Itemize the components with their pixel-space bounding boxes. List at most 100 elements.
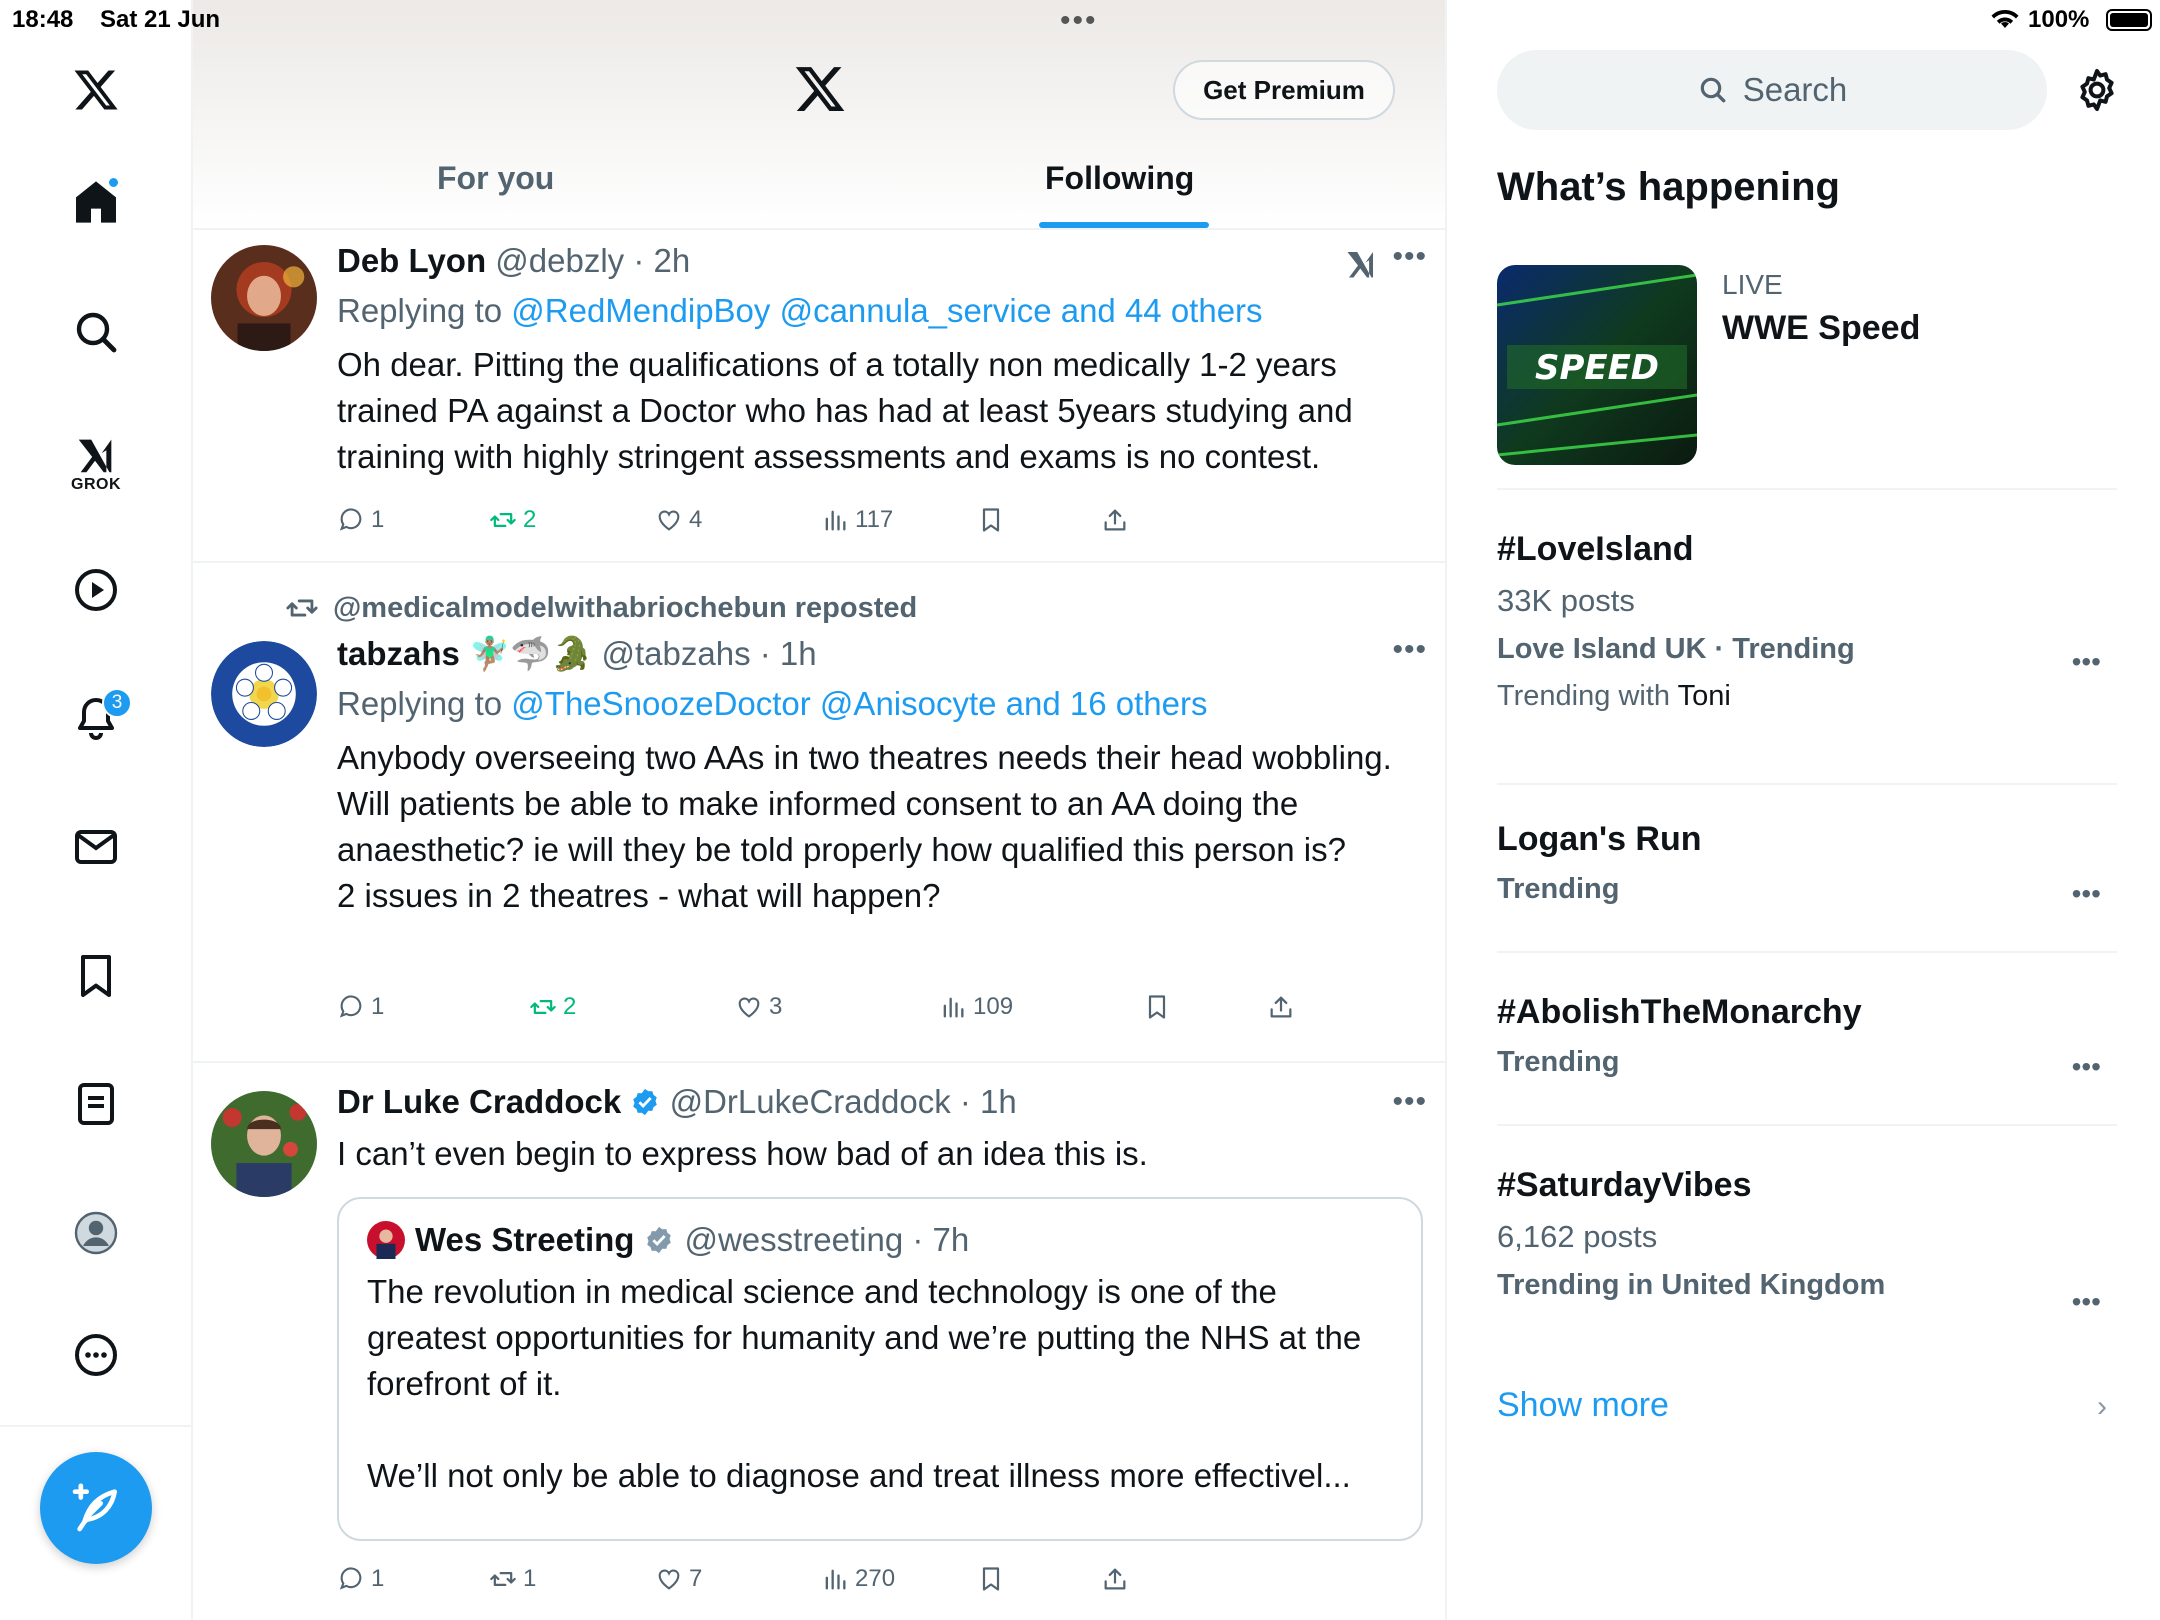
like-button[interactable]: 3	[735, 993, 782, 1021]
quoted-author-handle[interactable]: @wesstreeting · 7h	[684, 1221, 969, 1259]
settings-gear-icon[interactable]	[2073, 66, 2121, 114]
post-tabzahs[interactable]: @medicalmodelwithabriochebun reposted ta…	[193, 563, 1445, 1063]
show-more-link[interactable]: Show more	[1497, 1386, 1669, 1425]
trend-more-icon[interactable]: •••	[2072, 1286, 2101, 1318]
status-bar: 18:48 Sat 21 Jun ••• 100%	[0, 0, 2160, 40]
author-name[interactable]: Dr Luke Craddock	[337, 1083, 621, 1120]
grok-icon[interactable]: GROK	[56, 418, 136, 508]
trend-more-icon[interactable]: •••	[2072, 1051, 2101, 1083]
author-handle[interactable]: @tabzahs · 1h	[601, 635, 816, 672]
post-header: Dr Luke Craddock @DrLukeCraddock · 1h	[337, 1083, 1427, 1127]
share-button[interactable]	[1267, 993, 1295, 1021]
trend-item[interactable]: #AbolishTheMonarchy Trending •••	[1497, 993, 2117, 1126]
trending-with: Trending with Toni	[1497, 680, 2117, 713]
repost-count: 1	[523, 1565, 537, 1592]
verified-badge-icon	[647, 1226, 672, 1254]
avatar[interactable]	[211, 1091, 317, 1197]
live-event-image-text: SPEED	[1535, 348, 1659, 388]
x-logo-icon[interactable]	[56, 50, 136, 130]
author-handle[interactable]: @DrLukeCraddock · 1h	[670, 1083, 1017, 1120]
author-handle[interactable]: @debzly · 2h	[495, 242, 690, 279]
search-input[interactable]: Search	[1497, 50, 2047, 130]
author-name[interactable]: tabzahs 🧚🏽‍♂️🦈🐊	[337, 635, 592, 672]
repost-button[interactable]: 1	[489, 1565, 536, 1593]
replying-mentions[interactable]: @RedMendipBoy @cannula_service and 44 ot…	[511, 292, 1262, 329]
home-unread-dot	[107, 176, 120, 189]
views-button[interactable]: 270	[821, 1565, 895, 1593]
more-options-icon[interactable]: •••	[1392, 240, 1427, 274]
post-text-line: Will patients be able to make informed c…	[337, 785, 1346, 868]
reply-button[interactable]: 1	[337, 993, 384, 1021]
reposted-by[interactable]: @medicalmodelwithabriochebun reposted	[333, 592, 917, 625]
avatar[interactable]	[211, 245, 317, 351]
tab-following[interactable]: Following	[1045, 160, 1194, 197]
trend-item[interactable]: #LoveIsland 33K posts Love Island UK · T…	[1497, 530, 2117, 785]
get-premium-button[interactable]: Get Premium	[1173, 60, 1395, 120]
tab-for-you[interactable]: For you	[437, 160, 554, 197]
profile-icon[interactable]	[56, 1193, 136, 1273]
trend-context: Trending	[1497, 873, 1620, 905]
multitasking-dots-icon[interactable]: •••	[1060, 4, 1098, 38]
live-event-title: WWE Speed	[1722, 309, 1921, 347]
avatar[interactable]	[367, 1221, 405, 1259]
more-options-icon[interactable]: •••	[1392, 1085, 1427, 1119]
post-dr-luke-craddock[interactable]: Dr Luke Craddock @DrLukeCraddock · 1h I …	[193, 1063, 1445, 1620]
quoted-post[interactable]: Wes Streeting @wesstreeting · 7h The rev…	[337, 1197, 1423, 1541]
video-icon[interactable]	[56, 550, 136, 630]
quoted-author-name[interactable]: Wes Streeting	[415, 1221, 634, 1259]
mail-icon[interactable]	[56, 807, 136, 887]
bookmark-icon[interactable]	[56, 936, 136, 1016]
x-logo-icon	[793, 62, 847, 116]
view-count: 270	[855, 1565, 896, 1592]
like-button[interactable]: 4	[655, 506, 702, 534]
search-icon[interactable]	[56, 292, 136, 372]
lists-icon[interactable]	[56, 1064, 136, 1144]
reply-button[interactable]: 1	[337, 1565, 384, 1593]
trend-title: #AbolishTheMonarchy	[1497, 993, 1862, 1031]
reply-count: 1	[371, 993, 385, 1020]
trend-more-icon[interactable]: •••	[2072, 646, 2101, 678]
replying-prefix: Replying to	[337, 292, 503, 329]
share-button[interactable]	[1101, 1565, 1129, 1593]
repost-context: @medicalmodelwithabriochebun reposted	[285, 591, 917, 625]
bookmark-icon	[1148, 995, 1166, 1019]
trend-post-count: 6,162 posts	[1497, 1219, 1658, 1254]
avatar[interactable]	[211, 641, 317, 747]
more-icon[interactable]	[56, 1315, 136, 1395]
trend-context: Trending	[1497, 1046, 1620, 1078]
heart-icon	[658, 1569, 680, 1590]
author-name[interactable]: Deb Lyon	[337, 242, 486, 279]
like-button[interactable]: 7	[655, 1565, 702, 1593]
quoted-text: The revolution in medical science and te…	[367, 1273, 1362, 1402]
more-options-icon[interactable]: •••	[1392, 633, 1427, 667]
replying-to: Replying to @RedMendipBoy @cannula_servi…	[337, 292, 1427, 330]
trend-more-icon[interactable]: •••	[2072, 878, 2101, 910]
trend-item[interactable]: #SaturdayVibes 6,162 posts Trending in U…	[1497, 1166, 2117, 1346]
views-button[interactable]: 109	[939, 993, 1013, 1021]
replying-mentions[interactable]: @TheSnoozeDoctor @Anisocyte and 16 other…	[511, 685, 1207, 722]
post-text: Anybody overseeing two AAs in two theatr…	[337, 735, 1427, 919]
grok-icon[interactable]	[1343, 246, 1379, 287]
post-deb-lyon[interactable]: Deb Lyon @debzly · 2h Replying to @RedMe…	[193, 230, 1445, 563]
repost-button[interactable]: 2	[489, 506, 536, 534]
home-icon[interactable]	[56, 162, 136, 242]
bookmark-button[interactable]	[977, 1565, 1005, 1593]
compose-button[interactable]	[40, 1452, 152, 1564]
views-icon	[825, 1569, 846, 1590]
compose-icon	[72, 1483, 117, 1532]
bookmark-button[interactable]	[1143, 993, 1171, 1021]
trend-item[interactable]: Logan's Run Trending •••	[1497, 820, 2117, 953]
search-placeholder: Search	[1742, 71, 1848, 108]
reply-button[interactable]: 1	[337, 506, 384, 534]
share-button[interactable]	[1101, 506, 1129, 534]
live-event-card[interactable]: SPEED LIVE WWE Speed	[1497, 265, 2117, 490]
trend-title: Logan's Run	[1497, 820, 1702, 858]
bell-icon[interactable]: 3	[56, 678, 136, 758]
view-count: 109	[973, 993, 1014, 1020]
views-button[interactable]: 117	[821, 506, 893, 534]
repost-button[interactable]: 2	[529, 993, 576, 1021]
bookmark-button[interactable]	[977, 506, 1005, 534]
post-text: Oh dear. Pitting the qualifications of a…	[337, 346, 1353, 475]
chevron-right-icon: ›	[2097, 1390, 2107, 1423]
trending-with-name[interactable]: Toni	[1678, 680, 1731, 712]
